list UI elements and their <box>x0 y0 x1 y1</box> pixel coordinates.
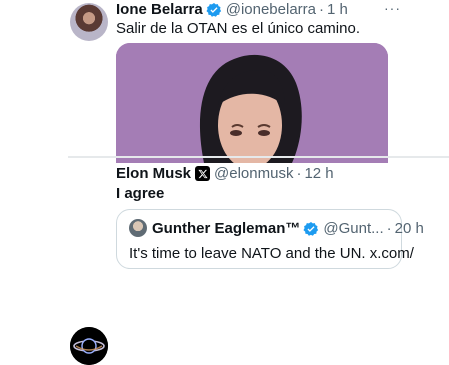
quoted-author-handle[interactable]: @Gunt... <box>323 220 383 237</box>
tweet-text: Salir de la OTAN es el único camino. <box>116 20 360 37</box>
quoted-tweet[interactable]: Gunther Eagleman™ @Gunt... · 20 h It's t… <box>116 209 424 269</box>
tweet-text: I agree <box>116 185 165 202</box>
separator: · <box>319 1 324 18</box>
verified-badge-icon <box>303 221 319 237</box>
tweet-elon-musk[interactable]: Elon Musk @elonmusk · 12 h I agree Gunth… <box>0 158 449 365</box>
x-affiliate-badge-icon <box>195 166 211 181</box>
author-handle[interactable]: @ionebelarra <box>226 1 316 18</box>
quoted-tweet-text: It's time to leave NATO and the UN. x.co… <box>129 245 414 262</box>
quoted-timestamp[interactable]: 20 h <box>395 220 424 237</box>
avatar[interactable] <box>70 3 108 41</box>
author-name[interactable]: Ione Belarra <box>116 1 203 18</box>
separator: · <box>296 165 302 182</box>
author-name[interactable]: Elon Musk <box>116 165 191 182</box>
tweet-header: Elon Musk @elonmusk · 12 h <box>116 165 334 182</box>
quoted-author-name[interactable]: Gunther Eagleman™ <box>152 220 300 237</box>
tweet-ione-belarra[interactable]: Ione Belarra @ionebelarra · 1 h ··· Sali… <box>0 0 449 163</box>
timestamp[interactable]: 12 h <box>304 165 333 182</box>
quoted-avatar[interactable] <box>129 219 147 237</box>
tweet-header: Ione Belarra @ionebelarra · 1 h <box>116 1 348 18</box>
verified-badge-icon <box>206 2 222 18</box>
quoted-tweet-header: Gunther Eagleman™ @Gunt... · 20 h <box>152 220 424 237</box>
tweet-image[interactable] <box>116 43 388 163</box>
more-options-icon[interactable]: ··· <box>384 0 401 16</box>
avatar[interactable] <box>70 327 108 365</box>
timestamp[interactable]: 1 h <box>327 1 348 18</box>
separator: · <box>386 220 392 237</box>
author-handle[interactable]: @elonmusk <box>214 165 293 182</box>
